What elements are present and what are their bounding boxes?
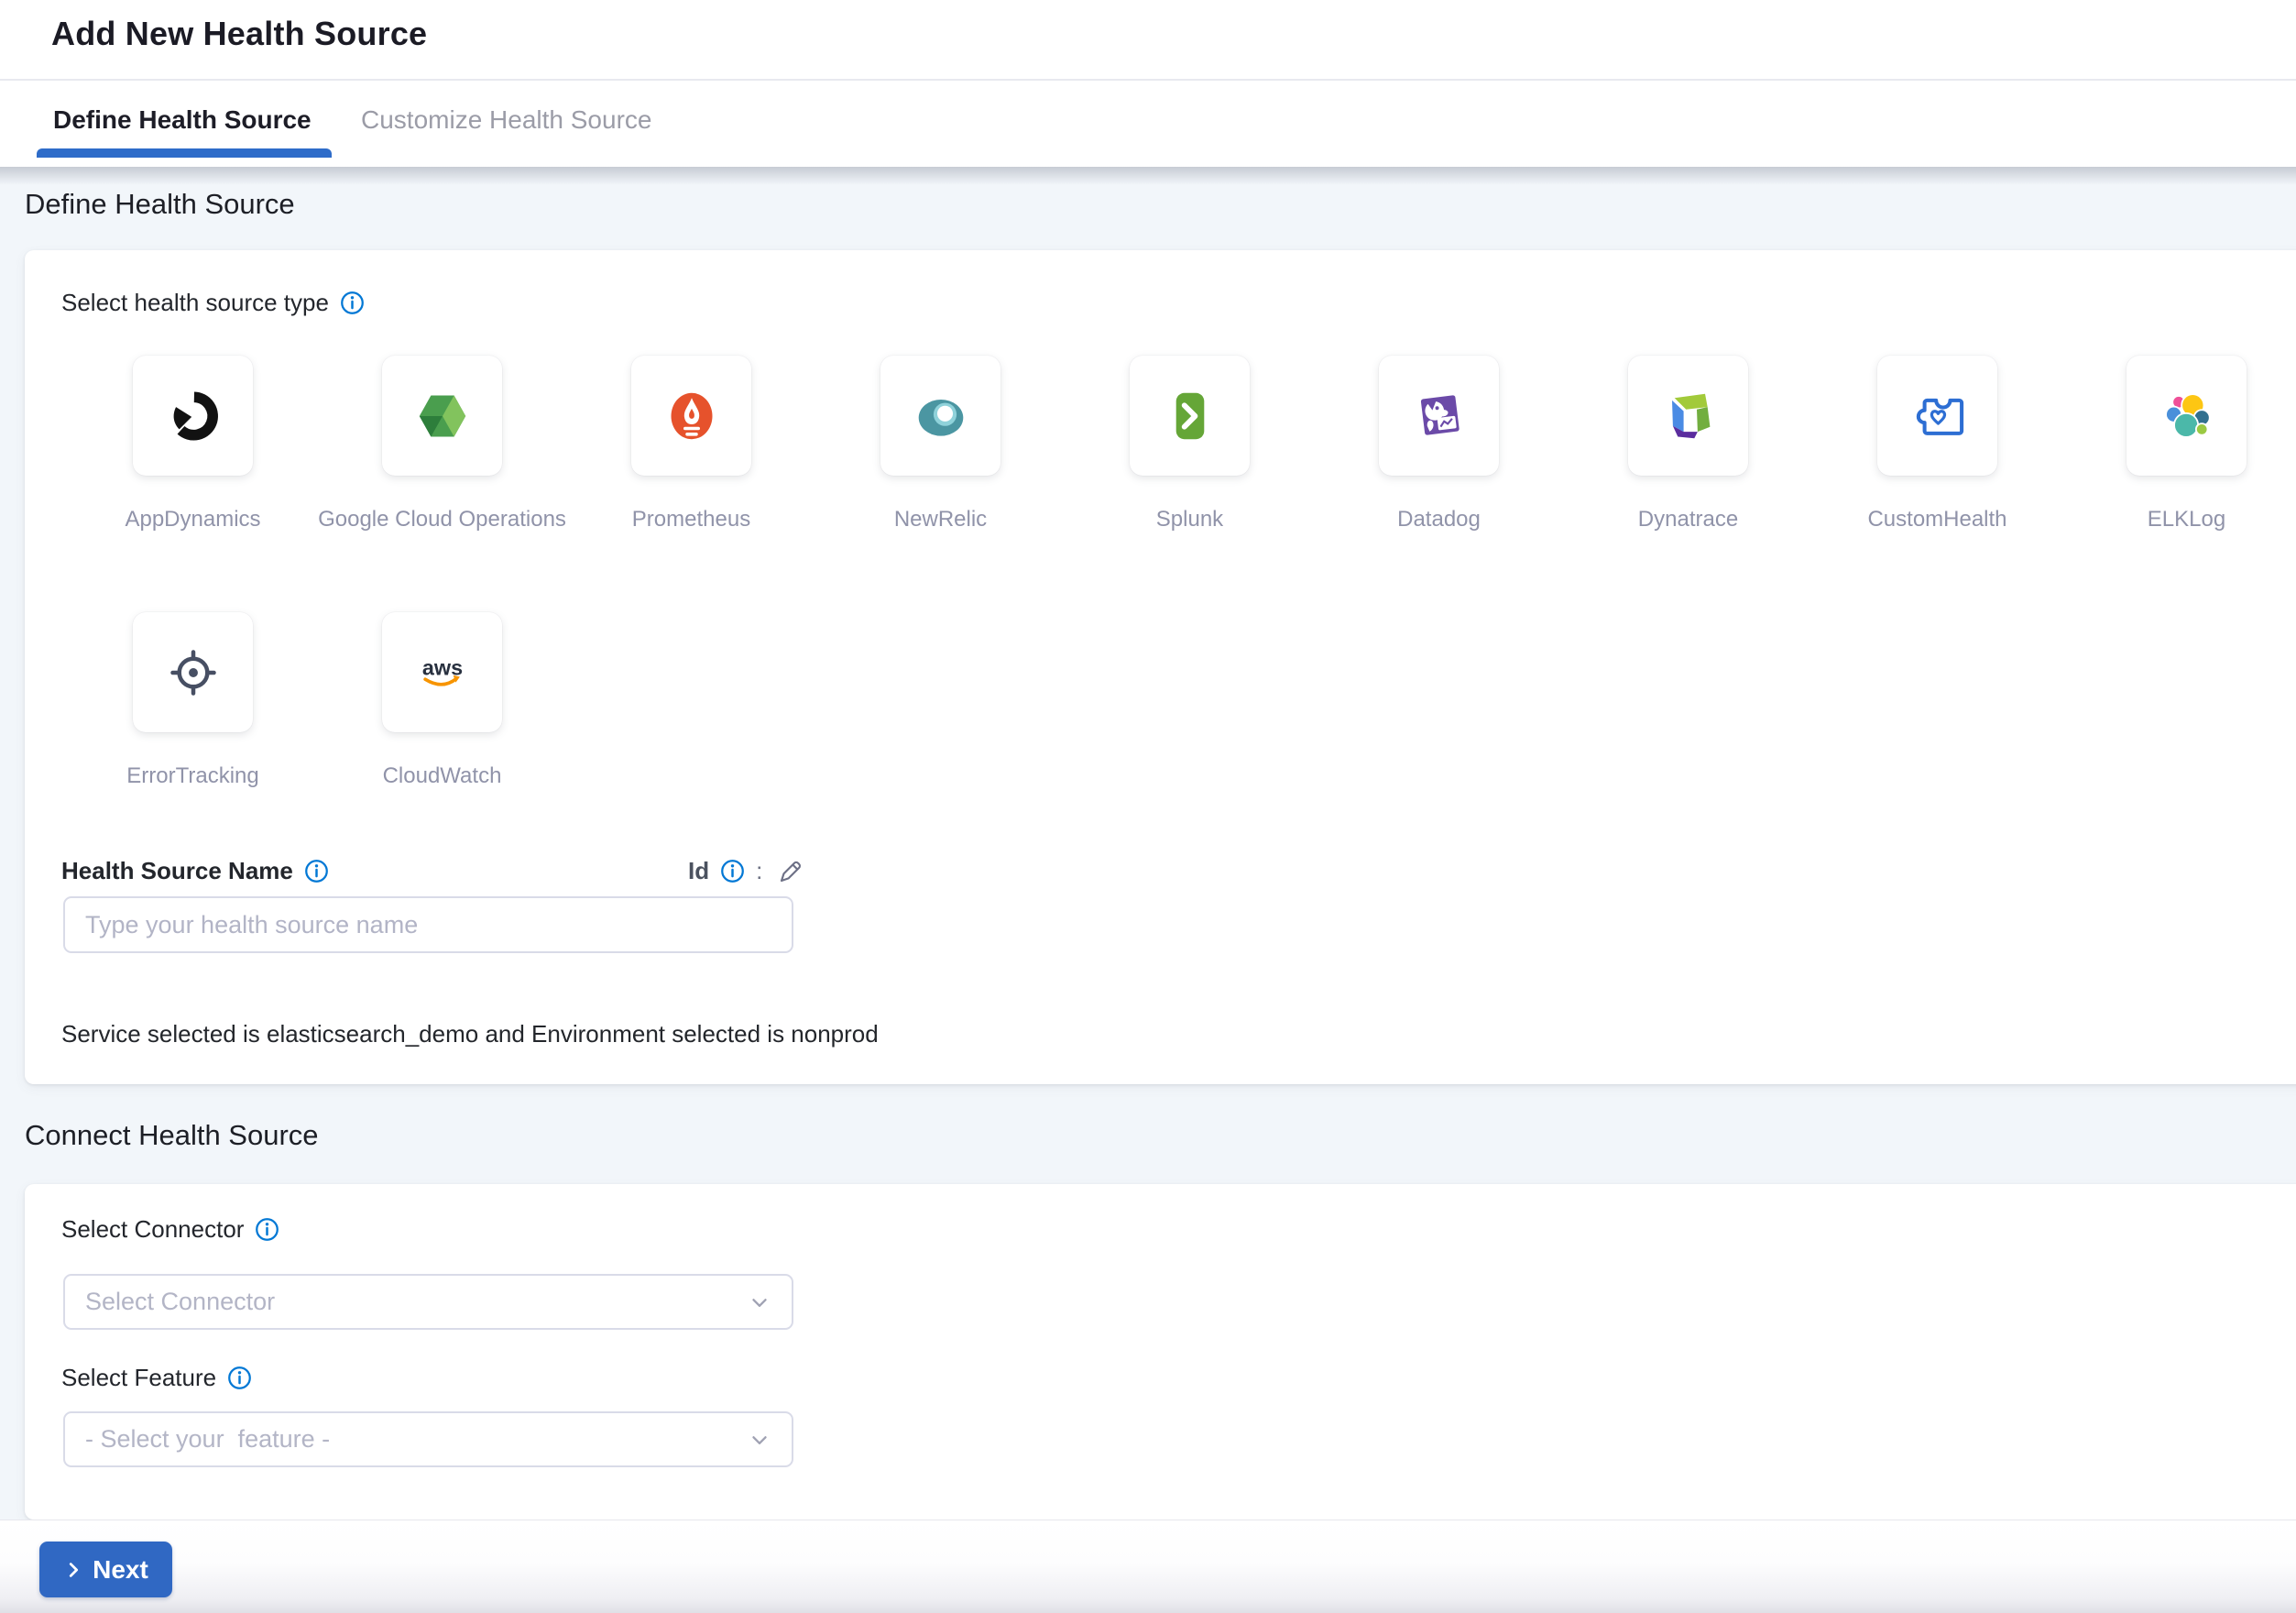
select-feature-label: Select Feature — [61, 1364, 216, 1392]
id-row: Id : — [688, 857, 804, 885]
source-tile-datadog[interactable]: Datadog — [1379, 356, 1499, 532]
customhealth-icon — [1905, 383, 1971, 449]
connector-select[interactable]: Select Connector — [63, 1274, 793, 1330]
elklog-icon — [2154, 383, 2220, 449]
drawer-header: Add New Health Source — [0, 0, 2296, 81]
health-source-name-label: Health Source Name — [61, 857, 293, 885]
service-environment-note: Service selected is elasticsearch_demo a… — [61, 1020, 879, 1048]
select-connector-label-row: Select Connector — [61, 1215, 279, 1244]
edit-id-pencil-icon[interactable] — [777, 858, 804, 885]
add-health-source-drawer: Add New Health Source Define Health Sour… — [0, 0, 2296, 1613]
prometheus-icon — [659, 383, 725, 449]
cloudwatch-aws-icon: aws — [410, 640, 476, 706]
health-source-name-input[interactable] — [63, 896, 793, 953]
source-tile-appdynamics[interactable]: AppDynamics — [133, 356, 253, 532]
chevron-down-icon — [748, 1428, 771, 1452]
next-button-label: Next — [93, 1555, 148, 1585]
source-type-label: Select health source type — [61, 289, 329, 317]
chevron-right-icon — [63, 1560, 83, 1580]
info-icon[interactable] — [720, 859, 745, 883]
source-tile-elklog[interactable]: ELKLog — [2127, 356, 2247, 532]
source-tile-dynatrace[interactable]: Dynatrace — [1628, 356, 1748, 532]
appdynamics-icon — [160, 383, 226, 449]
drawer-content: Define Health Source Select health sourc… — [0, 167, 2296, 1520]
splunk-icon — [1157, 383, 1223, 449]
tab-bar: Define Health Source Customize Health So… — [0, 82, 2296, 167]
source-tile-newrelic[interactable]: NewRelic — [880, 356, 1000, 532]
dynatrace-icon — [1656, 383, 1722, 449]
connect-health-source-card: Select Connector Select Connector Select… — [25, 1184, 2296, 1520]
google-cloud-operations-icon — [410, 383, 476, 449]
active-tab-underline — [37, 148, 332, 158]
newrelic-icon — [908, 383, 974, 449]
select-feature-label-row: Select Feature — [61, 1364, 252, 1392]
define-health-source-card: Select health source type AppDynamics — [25, 250, 2296, 1084]
datadog-icon — [1406, 383, 1472, 449]
tab-customize-health-source[interactable]: Customize Health Source — [344, 82, 668, 158]
drawer-footer: Next — [0, 1520, 2296, 1613]
source-tile-prometheus[interactable]: Prometheus — [631, 356, 751, 532]
next-button[interactable]: Next — [39, 1542, 172, 1597]
source-type-row-1: AppDynamics Google Cloud Operations — [133, 356, 2247, 532]
source-tile-customhealth[interactable]: CustomHealth — [1877, 356, 1997, 532]
id-label: Id — [688, 857, 709, 885]
tabbar-shadow — [0, 167, 2296, 185]
info-icon[interactable] — [227, 1366, 252, 1390]
source-tile-cloudwatch[interactable]: aws CloudWatch — [382, 612, 502, 789]
id-separator: : — [756, 857, 762, 885]
source-tile-google-cloud-operations[interactable]: Google Cloud Operations — [382, 356, 502, 532]
page-title: Add New Health Source — [51, 15, 427, 53]
errortracking-icon — [160, 640, 226, 706]
select-connector-label: Select Connector — [61, 1215, 244, 1244]
info-icon[interactable] — [340, 291, 365, 315]
info-icon[interactable] — [304, 859, 329, 883]
connector-select-placeholder: Select Connector — [65, 1288, 748, 1316]
connect-section-heading: Connect Health Source — [25, 1119, 319, 1152]
source-type-row-2: ErrorTracking aws CloudWatch — [133, 612, 502, 789]
source-type-label-row: Select health source type — [61, 289, 365, 317]
feature-select-placeholder: - Select your feature - — [65, 1425, 748, 1454]
source-tile-splunk[interactable]: Splunk — [1130, 356, 1250, 532]
define-section-heading: Define Health Source — [25, 188, 295, 221]
info-icon[interactable] — [255, 1217, 279, 1242]
tab-define-health-source[interactable]: Define Health Source — [37, 82, 328, 158]
feature-select[interactable]: - Select your feature - — [63, 1411, 793, 1467]
health-source-name-label-row: Health Source Name — [61, 857, 329, 885]
source-tile-errortracking[interactable]: ErrorTracking — [133, 612, 253, 789]
chevron-down-icon — [748, 1290, 771, 1314]
